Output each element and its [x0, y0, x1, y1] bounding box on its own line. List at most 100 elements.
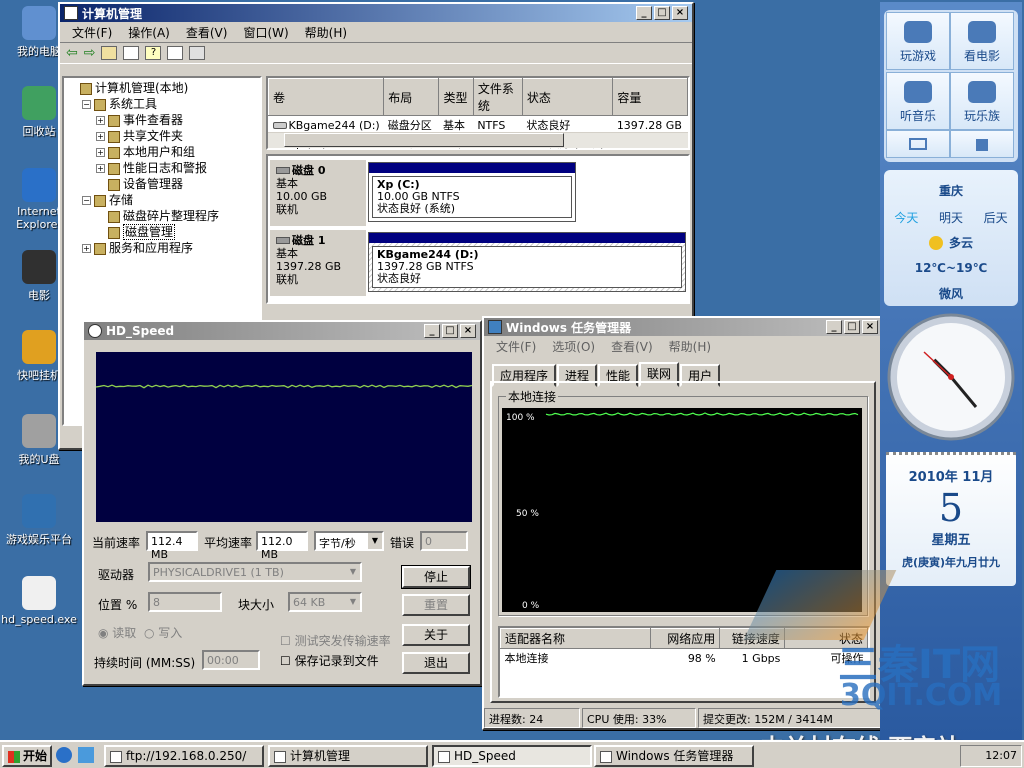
- menu-item[interactable]: 查看(V): [178, 24, 236, 41]
- weather-day-tab[interactable]: 后天: [984, 209, 1008, 226]
- tree-node[interactable]: + 服务和应用程序: [68, 240, 256, 256]
- expand-toggle-icon[interactable]: +: [82, 244, 91, 253]
- launcher-tile[interactable]: 听音乐: [886, 72, 950, 130]
- expand-toggle-icon[interactable]: +: [96, 148, 105, 157]
- partition-block[interactable]: Xp (C:) 10.00 GB NTFS 状态良好 (系统): [368, 162, 576, 222]
- minimize-button[interactable]: _: [424, 324, 440, 338]
- read-radio[interactable]: ◉ 读取: [98, 624, 136, 641]
- column-header[interactable]: 容量: [612, 78, 688, 116]
- close-button[interactable]: ×: [862, 320, 878, 334]
- help-icon[interactable]: ?: [145, 46, 162, 60]
- menu-item[interactable]: 选项(O): [544, 338, 603, 355]
- properties-icon[interactable]: [167, 46, 184, 60]
- maximize-button[interactable]: □: [844, 320, 860, 334]
- taskbar-button[interactable]: HD_Speed: [432, 745, 592, 767]
- launcher-tile[interactable]: 玩乐族: [950, 72, 1014, 130]
- tree-node[interactable]: + 共享文件夹: [68, 128, 256, 144]
- weather-day-tab[interactable]: 明天: [939, 209, 963, 226]
- horizontal-scrollbar[interactable]: [268, 132, 688, 148]
- maximize-button[interactable]: □: [654, 6, 670, 20]
- show-hide-tree-icon[interactable]: [123, 46, 140, 60]
- about-button[interactable]: 关于: [402, 624, 470, 646]
- desktop-icon[interactable]: hd_speed.exe: [0, 576, 78, 626]
- menu-item[interactable]: 窗口(W): [235, 24, 296, 41]
- partition-block[interactable]: KBgame244 (D:) 1397.28 GB NTFS 状态良好: [368, 232, 686, 292]
- exit-button[interactable]: 退出: [402, 652, 470, 674]
- show-desktop-icon[interactable]: [78, 747, 94, 763]
- drive-select[interactable]: PHYSICALDRIVE1 (1 TB) ▼: [148, 562, 362, 582]
- weather-day-tab[interactable]: 今天: [894, 209, 918, 226]
- menu-item[interactable]: 文件(F): [64, 24, 120, 41]
- ie-icon[interactable]: [56, 747, 72, 763]
- expand-toggle-icon[interactable]: −: [82, 196, 91, 205]
- stop-button[interactable]: 停止: [401, 565, 471, 589]
- block-size-label: 块大小: [238, 598, 275, 612]
- tree-node[interactable]: − 存储: [68, 192, 256, 208]
- disk-row[interactable]: 磁盘 1 基本 1397.28 GB 联机: [270, 230, 366, 296]
- column-header[interactable]: 适配器名称: [499, 628, 652, 649]
- minimize-button[interactable]: _: [826, 320, 842, 334]
- tree-node[interactable]: 计算机管理(本地): [68, 80, 256, 96]
- cm-titlebar[interactable]: 计算机管理 _ □ ×: [60, 4, 692, 22]
- adapter-list[interactable]: 适配器名称 网络应用 链接速度 状态 本地连接 98 % 1 Gbps 可操作: [498, 626, 870, 698]
- position-field[interactable]: 8: [148, 592, 222, 612]
- close-button[interactable]: ×: [460, 324, 476, 338]
- lock-tile[interactable]: [950, 130, 1014, 158]
- taskbar-button[interactable]: ftp://192.168.0.250/: [104, 745, 264, 767]
- write-radio[interactable]: ○ 写入: [144, 624, 182, 641]
- disk-row[interactable]: 磁盘 0 基本 10.00 GB 联机: [270, 160, 366, 226]
- column-header[interactable]: 类型: [438, 78, 474, 116]
- block-size-select[interactable]: 64 KB ▼: [288, 592, 362, 612]
- column-header[interactable]: 布局: [383, 78, 440, 116]
- monitor-tile[interactable]: [886, 130, 950, 158]
- expand-toggle-icon[interactable]: +: [96, 116, 105, 125]
- column-header[interactable]: 状态: [521, 78, 614, 116]
- launcher-tile[interactable]: 玩游戏: [886, 12, 950, 70]
- tree-node[interactable]: 磁盘管理: [68, 224, 256, 240]
- read-label: 读取: [112, 626, 137, 640]
- minimize-button[interactable]: _: [636, 6, 652, 20]
- expand-toggle-icon[interactable]: +: [96, 132, 105, 141]
- close-button[interactable]: ×: [672, 6, 688, 20]
- taskbar-button[interactable]: Windows 任务管理器: [594, 745, 754, 767]
- taskbar-button[interactable]: 计算机管理: [268, 745, 428, 767]
- column-header[interactable]: 卷: [267, 78, 385, 116]
- reset-button[interactable]: 重置: [402, 594, 470, 616]
- menu-item[interactable]: 操作(A): [120, 24, 178, 41]
- tree-node[interactable]: + 本地用户和组: [68, 144, 256, 160]
- tree-node[interactable]: − 系统工具: [68, 96, 256, 112]
- menu-item[interactable]: 帮助(H): [297, 24, 355, 41]
- unit-select[interactable]: 字节/秒 ▼: [314, 531, 384, 551]
- menu-item[interactable]: 帮助(H): [661, 338, 719, 355]
- column-header[interactable]: 状态: [783, 628, 869, 649]
- start-button[interactable]: 开始: [2, 745, 52, 767]
- tm-titlebar[interactable]: Windows 任务管理器 _ □ ×: [484, 318, 882, 336]
- up-folder-icon[interactable]: [101, 46, 118, 60]
- save-log-checkbox[interactable]: ☐ 保存记录到文件: [280, 652, 379, 669]
- cm-volume-list[interactable]: 卷布局 类型 文件系统 状态 容量 KBgame244 (D:) 磁盘分区 基本 NTFS 状态…: [266, 76, 690, 150]
- expand-toggle-icon[interactable]: −: [82, 100, 91, 109]
- desktop-icon[interactable]: 游戏娱乐平台: [0, 494, 78, 547]
- task-manager-window[interactable]: Windows 任务管理器 _ □ × 文件(F) 选项(O) 查看(V) 帮助(H) 应…: [482, 316, 884, 730]
- tree-node[interactable]: 磁盘碎片整理程序: [68, 208, 256, 224]
- hd-titlebar[interactable]: HD_Speed _ □ ×: [84, 322, 480, 340]
- forward-icon[interactable]: ⇨: [84, 45, 96, 61]
- tree-node[interactable]: + 性能日志和警报: [68, 160, 256, 176]
- sun-cloud-icon: [928, 235, 943, 250]
- console-icon[interactable]: [189, 46, 206, 60]
- column-header[interactable]: 文件系统: [472, 78, 523, 116]
- launcher-tile[interactable]: 看电影: [950, 12, 1014, 70]
- tree-node[interactable]: 设备管理器: [68, 176, 256, 192]
- expand-toggle-icon[interactable]: +: [96, 164, 105, 173]
- maximize-button[interactable]: □: [442, 324, 458, 338]
- monitor-icon: [909, 138, 927, 150]
- hd-speed-window[interactable]: HD_Speed _ □ × 当前速率 112.4 MB 平均速率 112.0 MB…: [82, 320, 482, 686]
- column-header[interactable]: 链接速度: [719, 628, 785, 649]
- adapter-row[interactable]: 本地连接 98 % 1 Gbps 可操作: [501, 649, 868, 668]
- column-header[interactable]: 网络应用: [650, 628, 721, 649]
- tree-node[interactable]: + 事件查看器: [68, 112, 256, 128]
- menu-item[interactable]: 文件(F): [488, 338, 544, 355]
- menu-item[interactable]: 查看(V): [603, 338, 661, 355]
- burst-checkbox[interactable]: ☐ 测试突发传输速率: [280, 632, 391, 649]
- back-icon[interactable]: ⇦: [66, 45, 78, 61]
